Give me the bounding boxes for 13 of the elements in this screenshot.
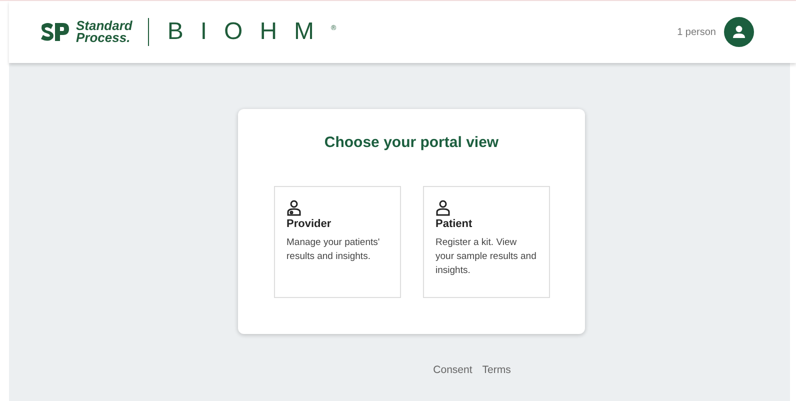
product-name: BIOHM$^{®}$ [167, 18, 336, 46]
avatar-button[interactable] [724, 17, 754, 47]
logo-icon [40, 21, 70, 43]
user-icon [732, 25, 746, 39]
card-title: Choose your portal view [324, 134, 499, 151]
user-label: 1 person [677, 26, 716, 38]
person-icon [436, 200, 450, 216]
brand-name: Standard Process. [76, 20, 132, 44]
portal-option[interactable]: Provider Manage your patients' results and insights. [274, 186, 400, 298]
portal-option[interactable]: Patient Register a kit. View your sample results and insights. [422, 186, 550, 298]
doctor-icon [286, 200, 300, 216]
footer-link[interactable]: Consent [433, 364, 472, 376]
footer-link[interactable]: Terms [482, 364, 511, 376]
